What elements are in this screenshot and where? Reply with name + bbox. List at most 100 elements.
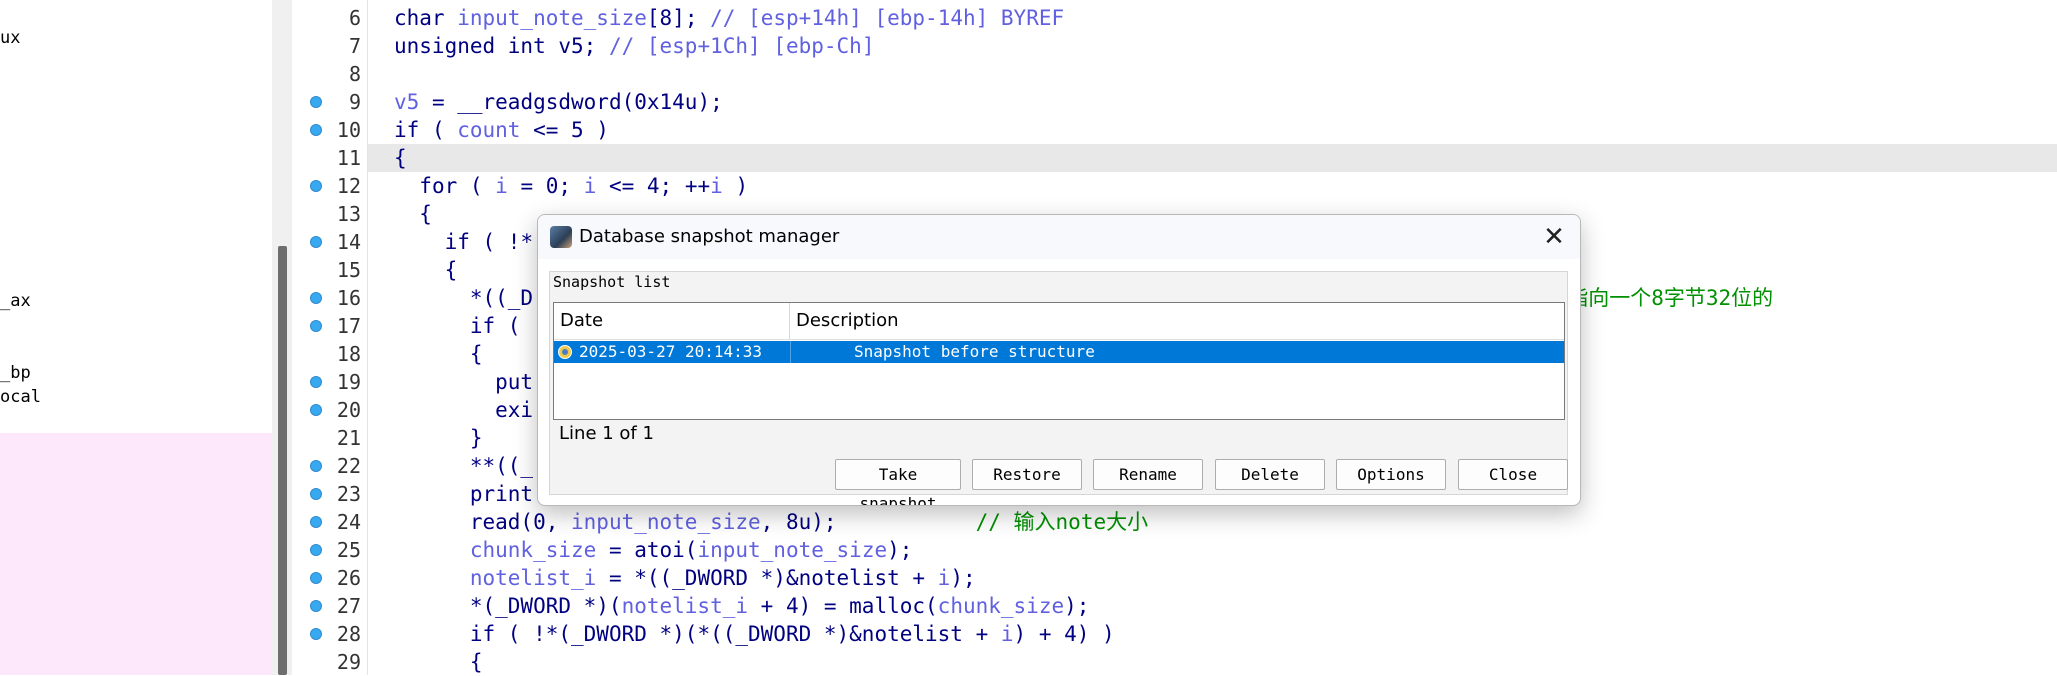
code-line[interactable] [368,60,2057,88]
gutter-line[interactable]: 20 [292,396,367,424]
line-number: 20 [336,398,361,422]
delete-button[interactable]: Delete [1215,459,1325,490]
code-token: notelist_i [621,594,749,618]
code-token: char [394,6,458,30]
code-line[interactable]: unsigned int v5; // [esp+1Ch] [ebp-Ch] [368,32,2057,60]
gutter-line[interactable]: 18 [292,340,367,368]
code-token: ( !*(_DWORD *)(*((_DWORD *)&notelist + [495,622,1001,646]
gutter-line[interactable]: 12 [292,172,367,200]
code-line[interactable]: { [368,144,2057,172]
breakpoint-dot-icon[interactable] [310,460,322,472]
code-line[interactable]: char input_note_size[8]; // [esp+14h] [e… [368,4,2057,32]
functions-scrollbar-thumb[interactable] [278,246,287,675]
line-number: 15 [336,258,361,282]
rename-button[interactable]: Rename [1093,459,1203,490]
code-token: ( [419,118,458,142]
function-name-fragment[interactable]: ux [0,28,20,48]
code-token: **((_ [394,454,534,478]
breakpoint-dot-icon[interactable] [310,572,322,584]
code-token: ); [887,538,913,562]
breakpoint-dot-icon[interactable] [310,124,322,136]
restore-button[interactable]: Restore [972,459,1082,490]
code-line[interactable]: chunk_size = atoi(input_note_size); [368,536,2057,564]
code-token: if [394,118,420,142]
breakpoint-dot-icon[interactable] [310,376,322,388]
gutter-line[interactable]: 23 [292,480,367,508]
gutter-line[interactable]: 21 [292,424,367,452]
code-line[interactable]: for ( i = 0; i <= 4; ++i ) [368,172,2057,200]
breakpoint-dot-icon[interactable] [310,292,322,304]
breakpoint-dot-icon[interactable] [310,96,322,108]
breakpoint-dot-icon[interactable] [310,320,322,332]
table-row[interactable]: 2025-03-27 20:14:33 Snapshot before stru… [554,341,1564,363]
close-icon[interactable]: ✕ [1536,219,1572,255]
gutter-line[interactable]: 24 [292,508,367,536]
take-snapshot-button[interactable]: Take snapshot [835,459,961,505]
column-header-description[interactable]: Description [790,303,1564,339]
line-number: 18 [336,342,361,366]
function-name-fragment[interactable]: ocal [0,387,41,407]
gutter-line[interactable]: 14 [292,228,367,256]
column-header-date[interactable]: Date [554,303,790,339]
line-number: 29 [336,650,361,674]
code-token: 8 [659,6,673,30]
gutter-line[interactable]: 19 [292,368,367,396]
gutter-line[interactable]: 26 [292,564,367,592]
breakpoint-dot-icon[interactable] [310,236,322,248]
gutter-line[interactable]: 9 [292,88,367,116]
code-line[interactable]: notelist_i = *((_DWORD *)&notelist + i); [368,564,2057,592]
gutter-line[interactable]: 16 [292,284,367,312]
line-number: 28 [336,622,361,646]
gutter-line[interactable]: 11 [292,144,367,172]
code-token: = *((_DWORD *)&notelist + [596,566,938,590]
line-number: 12 [336,174,361,198]
code-token: ); [1064,594,1090,618]
code-token: notelist_i [469,566,597,590]
breakpoint-dot-icon[interactable] [310,544,322,556]
gutter-line[interactable]: 22 [292,452,367,480]
breakpoint-dot-icon[interactable] [310,628,322,640]
gutter-line[interactable]: 15 [292,256,367,284]
gutter-line[interactable]: 29 [292,648,367,676]
list-header: Date Description [554,303,1564,340]
code-token: if [444,230,470,254]
gutter-line[interactable]: 8 [292,60,367,88]
gutter-line[interactable]: 25 [292,536,367,564]
code-token: chunk_size [469,538,597,562]
code-line[interactable]: *(_DWORD *)(notelist_i + 4) = malloc(chu… [368,592,2057,620]
line-number: 21 [336,426,361,450]
code-line[interactable]: v5 = __readgsdword(0x14u); [368,88,2057,116]
code-line[interactable]: if ( count <= 5 ) [368,116,2057,144]
code-line[interactable]: { [368,648,2057,676]
code-token: chunk_size [937,594,1065,618]
snapshot-list[interactable]: Date Description 2025-03-27 20:14:33 Sna… [553,302,1565,420]
gutter-line[interactable]: 7 [292,32,367,60]
line-number: 24 [336,510,361,534]
breakpoint-dot-icon[interactable] [310,180,322,192]
gutter-line[interactable]: 13 [292,200,367,228]
code-line[interactable]: read(0, input_note_size, 8u); // 输入note大… [368,508,2057,536]
function-name-fragment[interactable]: _ax [0,291,31,311]
dialog-titlebar[interactable]: Database snapshot manager ✕ [538,215,1580,259]
breakpoint-dot-icon[interactable] [310,600,322,612]
selected-function-region [0,433,272,675]
gutter-line[interactable]: 28 [292,620,367,648]
code-line[interactable]: if ( !*(_DWORD *)(*((_DWORD *)&notelist … [368,620,2057,648]
code-token: print [394,482,534,506]
code-token: = __readgsdword(0x14u); [419,90,723,114]
gutter-line[interactable]: 10 [292,116,367,144]
breakpoint-dot-icon[interactable] [310,516,322,528]
options-button[interactable]: Options [1336,459,1446,490]
close-button[interactable]: Close [1458,459,1568,490]
gutter-line[interactable]: 17 [292,312,367,340]
gutter-line[interactable]: 6 [292,4,367,32]
gutter-line[interactable]: 27 [292,592,367,620]
code-token: { [394,146,407,170]
breakpoint-dot-icon[interactable] [310,404,322,416]
breakpoint-dot-icon[interactable] [310,488,322,500]
function-name-fragment[interactable]: _bp [0,363,31,383]
snapshot-icon [558,345,572,359]
